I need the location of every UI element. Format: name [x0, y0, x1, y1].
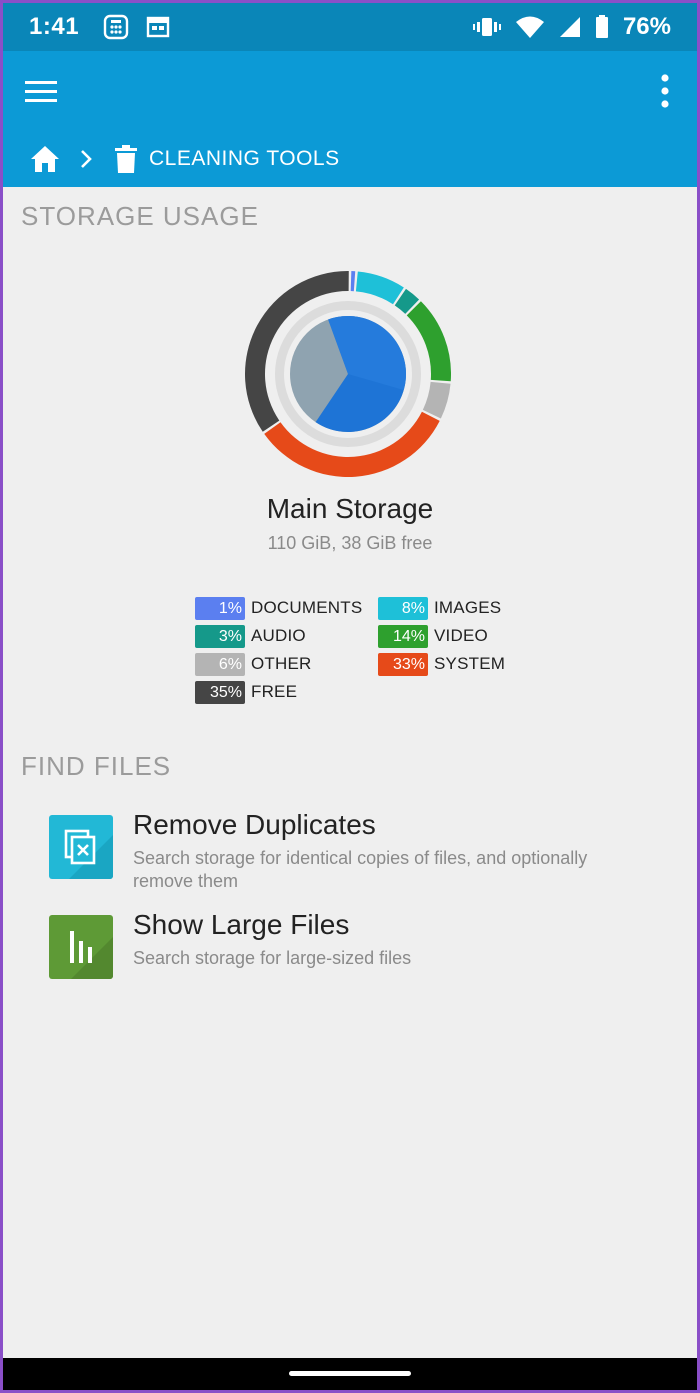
app-bar: Cleaning Tools [3, 51, 697, 187]
chevron-right-icon [81, 150, 92, 168]
battery-percent: 76% [622, 13, 671, 40]
legend-chip: 1% [195, 596, 245, 620]
breadcrumb-current[interactable]: Cleaning Tools [149, 147, 340, 171]
legend-item-free: 35% FREE [195, 680, 297, 704]
more-options-icon[interactable] [657, 71, 673, 111]
legend-chip: 8% [378, 596, 428, 620]
status-bar: 1:41 76% [3, 3, 697, 51]
calculator-icon [103, 14, 129, 40]
status-time: 1:41 [29, 13, 80, 40]
bar-chart-icon [70, 931, 113, 979]
donut-slice-images [355, 271, 404, 305]
legend-item-video: 14% VIDEO [378, 624, 488, 648]
storage-name: Main Storage [266, 493, 434, 524]
legend-chip: 35% [195, 680, 245, 704]
legend-label: DOCUMENTS [251, 598, 363, 617]
donut-slice-documents [350, 271, 356, 292]
storage-usage-title: Storage Usage [21, 201, 259, 231]
breadcrumb: Cleaning Tools [29, 139, 340, 179]
legend-label: VIDEO [434, 626, 488, 645]
legend-label: SYSTEM [434, 654, 506, 673]
home-icon[interactable] [29, 143, 61, 175]
legend-label: OTHER [251, 654, 312, 673]
storage-donut-chart[interactable] [245, 271, 451, 477]
calendar-icon [146, 16, 170, 38]
legend-label: AUDIO [251, 626, 306, 645]
navigation-bar [3, 1358, 697, 1390]
legend-chip: 3% [195, 624, 245, 648]
menu-icon[interactable] [23, 73, 59, 109]
tool-title: Remove Duplicates [133, 809, 376, 840]
battery-icon [595, 15, 608, 38]
legend-label: FREE [251, 682, 298, 701]
app-screen: 1:41 76% CLEANING TOOLS STORAGE USAGE Ma… [3, 3, 697, 1390]
legend-chip: 33% [378, 652, 428, 676]
tool-icon-bg [49, 815, 113, 879]
vibrate-icon [472, 18, 501, 36]
duplicate-files-icon [64, 829, 113, 879]
legend-item-other: 6% OTHER [195, 652, 312, 676]
legend-chip: 14% [378, 624, 428, 648]
home-gesture-handle[interactable] [289, 1371, 411, 1376]
donut-slice-other [422, 381, 451, 419]
storage-legend: 1% DOCUMENTS 8% IMAGES 3% AUDIO 14% VIDE… [195, 596, 525, 708]
show-large-files-item[interactable]: Show Large Files Search storage for larg… [49, 909, 669, 983]
remove-duplicates-item[interactable]: Remove Duplicates Search storage for ide… [49, 809, 669, 891]
tool-icon-bg [49, 915, 113, 979]
legend-item-documents: 1% DOCUMENTS [195, 596, 362, 620]
trash-icon [115, 145, 137, 173]
tool-description: Search storage for identical copies of f… [133, 848, 588, 891]
storage-summary: 110 GiB, 38 GiB free [267, 533, 433, 553]
legend-item-images: 8% IMAGES [378, 596, 501, 620]
find-files-title: Find Files [21, 751, 172, 781]
signal-icon [559, 17, 580, 37]
tool-description: Search storage for large-sized files [133, 948, 412, 968]
legend-item-system: 33% SYSTEM [378, 652, 505, 676]
legend-chip: 6% [195, 652, 245, 676]
legend-label: IMAGES [434, 598, 502, 617]
legend-item-audio: 3% AUDIO [195, 624, 306, 648]
wifi-icon [515, 16, 544, 38]
tool-title: Show Large Files [133, 909, 350, 940]
